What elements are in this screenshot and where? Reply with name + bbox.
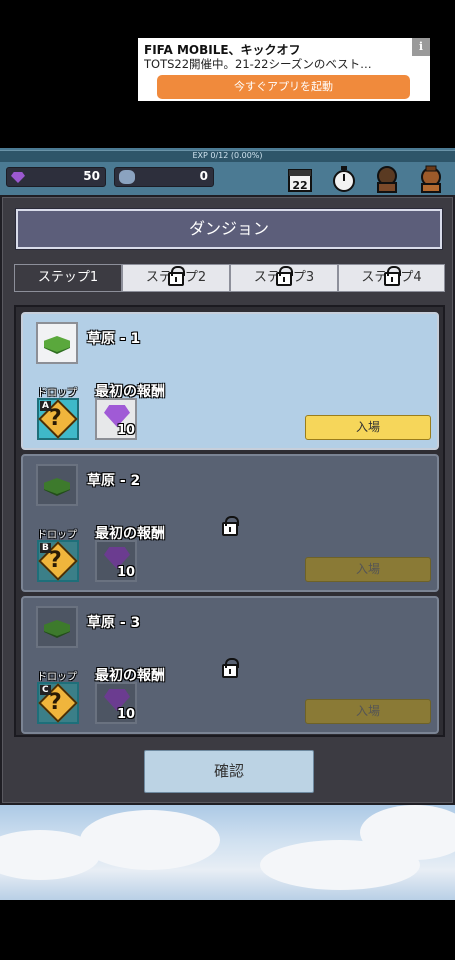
stopwatch-icon[interactable] — [331, 165, 357, 193]
stage-card-3[interactable]: 草原 - 3 ドロップ 最初の報酬 ? C 10 入場 — [21, 596, 439, 734]
lock-icon — [276, 266, 293, 286]
drop-label: ドロップ — [37, 530, 77, 541]
stage-name: 草原 - 1 — [87, 331, 141, 347]
gem-counter: 50 — [6, 167, 106, 187]
tab-label: ステップ1 — [37, 270, 99, 285]
drop-grade: C — [40, 685, 51, 695]
enter-button[interactable]: 入場 — [305, 415, 431, 440]
tab-step-1[interactable]: ステップ1 — [14, 264, 122, 292]
mystery-drop-icon[interactable]: ? C — [37, 682, 79, 724]
dungeon-dialog: ダンジョン ステップ1 ステップ2 ステップ3 ステップ4 草原 - 1 ドロッ… — [0, 195, 455, 805]
step-tabs: ステップ1 ステップ2 ステップ3 ステップ4 — [14, 264, 445, 292]
grass-block-icon — [36, 606, 78, 648]
stage-list[interactable]: 草原 - 1 ドロップ 最初の報酬 ? A 10 入場 草原 - 2 ドロップ … — [14, 305, 445, 737]
grass-block-icon — [36, 322, 78, 364]
reward-count: 10 — [117, 423, 136, 438]
sky-background — [0, 800, 455, 900]
confirm-button[interactable]: 確認 — [144, 750, 314, 793]
lock-icon — [383, 266, 401, 286]
stone-counter: 0 — [114, 167, 214, 187]
gem-reward-icon[interactable]: 10 — [95, 682, 137, 724]
gem-reward-icon[interactable]: 10 — [95, 398, 137, 440]
tab-step-3[interactable]: ステップ3 — [230, 264, 338, 292]
gem-count: 50 — [83, 169, 100, 183]
gem-icon — [11, 172, 25, 183]
lock-icon — [222, 658, 239, 678]
stage-name: 草原 - 3 — [87, 615, 141, 631]
reward-count: 10 — [117, 565, 136, 580]
dialog-title: ダンジョン — [188, 219, 269, 238]
drop-grade: B — [40, 543, 51, 553]
calendar-day: 22 — [292, 179, 307, 192]
ad-info-icon[interactable]: i — [412, 38, 430, 56]
dialog-header: ダンジョン — [16, 209, 442, 249]
tab-step-2[interactable]: ステップ2 — [122, 264, 230, 292]
stone-icon — [119, 170, 135, 184]
stage-card-2[interactable]: 草原 - 2 ドロップ 最初の報酬 ? B 10 入場 — [21, 454, 439, 592]
stage-name: 草原 - 2 — [87, 473, 141, 489]
mystery-drop-icon[interactable]: ? B — [37, 540, 79, 582]
drop-label: ドロップ — [37, 672, 77, 683]
exp-text: EXP 0/12 (0.00%) — [192, 151, 263, 160]
stone-count: 0 — [199, 169, 208, 183]
grass-block-icon — [36, 464, 78, 506]
mystery-drop-icon[interactable]: ? A — [37, 398, 79, 440]
companion-portrait-icon[interactable] — [418, 165, 444, 193]
gem-reward-icon[interactable]: 10 — [95, 540, 137, 582]
ad-banner[interactable]: FIFA MOBILE、キックオフ TOTS22開催中。21-22シーズンのベス… — [138, 38, 430, 101]
reward-count: 10 — [117, 707, 136, 722]
lock-icon — [222, 516, 239, 536]
lock-icon — [168, 266, 185, 286]
drop-grade: A — [40, 401, 51, 411]
enter-button[interactable]: 入場 — [305, 699, 431, 724]
drop-label: ドロップ — [37, 388, 77, 399]
ad-subtitle: TOTS22開催中。21-22シーズンのベスト… — [144, 57, 372, 71]
calendar-icon[interactable]: 22 — [287, 165, 313, 193]
enter-button[interactable]: 入場 — [305, 557, 431, 582]
tab-step-4[interactable]: ステップ4 — [338, 264, 445, 292]
ad-cta-button[interactable]: 今すぐアプリを起動 — [157, 75, 410, 99]
hero-portrait-icon[interactable] — [374, 165, 400, 193]
stage-card-1[interactable]: 草原 - 1 ドロップ 最初の報酬 ? A 10 入場 — [21, 312, 439, 450]
